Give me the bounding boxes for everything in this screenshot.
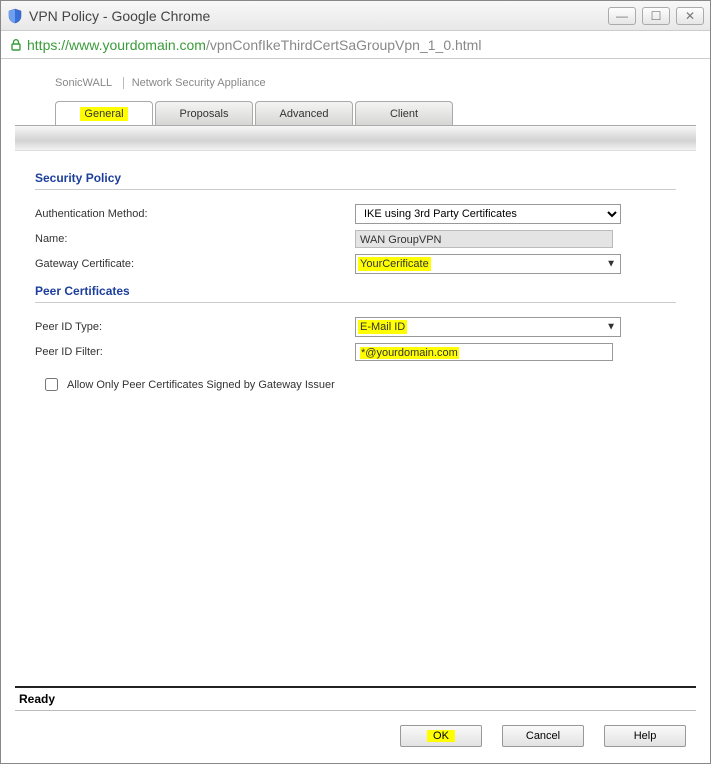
peer-id-type-select[interactable]: E-Mail ID ▼ [355, 317, 621, 337]
row-gateway-cert: Gateway Certificate: YourCerificate ▼ [35, 254, 676, 274]
breadcrumb: SonicWALL Network Security Appliance [55, 77, 696, 89]
section-security-policy: Security Policy [35, 171, 676, 190]
tab-proposals-label: Proposals [180, 108, 229, 120]
tab-client[interactable]: Client [355, 101, 453, 125]
auth-method-label: Authentication Method: [35, 208, 355, 220]
window-controls: — ☐ ✕ [608, 7, 704, 25]
window-title: VPN Policy - Google Chrome [29, 8, 608, 24]
tab-general[interactable]: General [55, 101, 153, 125]
row-name: Name: WAN GroupVPN [35, 230, 676, 248]
tab-client-label: Client [390, 108, 418, 120]
peer-id-filter-value: *@yourdomain.com [360, 347, 459, 359]
ok-button-label: OK [427, 730, 455, 742]
gateway-cert-value: YourCerificate [358, 257, 431, 271]
row-peer-id-filter: Peer ID Filter: *@yourdomain.com [35, 343, 676, 361]
allow-only-label: Allow Only Peer Certificates Signed by G… [67, 379, 335, 391]
row-peer-id-type: Peer ID Type: E-Mail ID ▼ [35, 317, 676, 337]
status-area: Ready [15, 686, 696, 711]
name-value: WAN GroupVPN [355, 230, 613, 248]
tabstrip-band [15, 125, 696, 151]
maximize-button[interactable]: ☐ [642, 7, 670, 25]
status-bar: Ready [15, 686, 696, 711]
breadcrumb-brand: SonicWALL [55, 77, 112, 89]
peer-id-type-label: Peer ID Type: [35, 321, 355, 333]
close-button[interactable]: ✕ [676, 7, 704, 25]
allow-only-checkbox[interactable] [45, 378, 58, 391]
tab-proposals[interactable]: Proposals [155, 101, 253, 125]
chevron-down-icon: ▼ [606, 322, 616, 333]
section-peer-certificates: Peer Certificates [35, 284, 676, 303]
row-auth-method: Authentication Method: IKE using 3rd Par… [35, 204, 676, 224]
ok-button[interactable]: OK [400, 725, 482, 747]
address-bar: https://www.yourdomain.com/vpnConfIkeThi… [1, 31, 710, 59]
cancel-button[interactable]: Cancel [502, 725, 584, 747]
peer-id-filter-input[interactable]: *@yourdomain.com [355, 343, 613, 361]
gateway-cert-select[interactable]: YourCerificate ▼ [355, 254, 621, 274]
page-content: SonicWALL Network Security Appliance Gen… [1, 59, 710, 394]
peer-id-filter-label: Peer ID Filter: [35, 346, 355, 358]
help-button-label: Help [634, 730, 657, 742]
tab-bar: General Proposals Advanced Client [55, 101, 696, 125]
gateway-cert-label: Gateway Certificate: [35, 258, 355, 270]
tab-general-label: General [80, 107, 127, 121]
app-icon [7, 8, 23, 24]
peer-id-type-value: E-Mail ID [358, 320, 407, 334]
chevron-down-icon: ▼ [606, 259, 616, 270]
name-label: Name: [35, 233, 355, 245]
row-allow-only: Allow Only Peer Certificates Signed by G… [41, 375, 670, 394]
tab-advanced-label: Advanced [280, 108, 329, 120]
window-titlebar: VPN Policy - Google Chrome — ☐ ✕ [1, 1, 710, 31]
url-domain: https://www.yourdomain.com [27, 37, 206, 53]
cancel-button-label: Cancel [526, 730, 560, 742]
breadcrumb-product: Network Security Appliance [123, 77, 266, 89]
lock-icon [9, 38, 23, 52]
button-bar: OK Cancel Help [400, 725, 686, 747]
minimize-button[interactable]: — [608, 7, 636, 25]
url-path: /vpnConfIkeThirdCertSaGroupVpn_1_0.html [206, 37, 481, 53]
tab-advanced[interactable]: Advanced [255, 101, 353, 125]
auth-method-select[interactable]: IKE using 3rd Party Certificates [355, 204, 621, 224]
help-button[interactable]: Help [604, 725, 686, 747]
